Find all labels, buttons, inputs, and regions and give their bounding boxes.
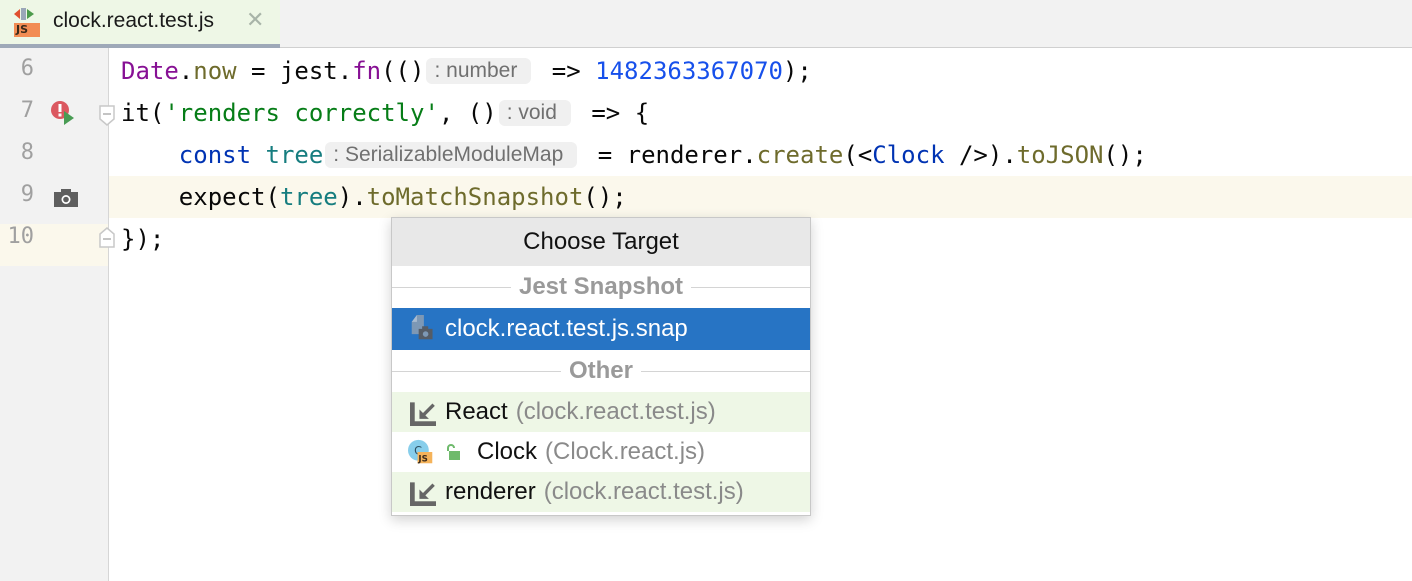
popup-item-clock[interactable]: C JS Clock (Clock.react.js) (392, 432, 810, 472)
choose-target-popup: Choose Target Jest Snapshot clock.react.… (391, 217, 811, 516)
close-icon[interactable]: ✕ (246, 10, 264, 32)
item-location: (Clock.react.js) (545, 438, 706, 465)
js-class-icon: C JS (408, 439, 433, 465)
fold-end-icon[interactable] (98, 226, 118, 248)
item-name: Clock (477, 438, 538, 465)
line-number: 9 (20, 182, 34, 207)
editor-gutter: 6 7 8 9 10 (0, 48, 115, 581)
fold-collapse-icon[interactable] (98, 105, 118, 127)
tab-clock-react-test-js[interactable]: JS clock.react.test.js ✕ (0, 0, 280, 48)
popup-title: Choose Target (392, 218, 810, 266)
import-arrow-icon (410, 402, 436, 426)
item-name: renderer (445, 478, 536, 505)
popup-item-react[interactable]: React (clock.react.test.js) (392, 392, 810, 432)
section-separator-jest-snapshot: Jest Snapshot (392, 266, 810, 308)
import-arrow-icon (410, 482, 436, 506)
popup-item-renderer[interactable]: renderer (clock.react.test.js) (392, 472, 810, 512)
javascript-test-file-icon: JS (14, 7, 42, 37)
inlay-type-hint: : void (498, 100, 571, 126)
snapshot-file-icon (411, 315, 433, 340)
section-separator-other: Other (392, 350, 810, 392)
item-name: clock.react.test.js.snap (445, 315, 688, 342)
item-location: (clock.react.test.js) (543, 478, 744, 505)
code-line-6[interactable]: Date.now = jest.fn((): number => 1482363… (121, 50, 812, 92)
tab-label: clock.react.test.js (53, 9, 215, 32)
svg-text:JS: JS (417, 455, 427, 465)
editor-tab-bar: JS clock.react.test.js ✕ (0, 0, 1412, 48)
unlocked-icon (447, 444, 460, 460)
popup-item-snapshot-file[interactable]: clock.react.test.js.snap (392, 308, 810, 350)
inlay-type-hint: : SerializableModuleMap (325, 142, 578, 168)
code-line-9[interactable]: expect(tree).toMatchSnapshot(); (121, 176, 627, 218)
test-failed-run-icon[interactable] (50, 100, 78, 126)
camera-snapshot-icon[interactable] (54, 189, 78, 207)
line-number: 7 (20, 98, 34, 123)
line-number: 6 (20, 56, 34, 81)
item-name: React (445, 398, 508, 425)
code-line-7[interactable]: it('renders correctly', (): void => { (121, 92, 649, 134)
code-line-10[interactable]: }); (121, 218, 164, 260)
line-number: 10 (7, 224, 35, 249)
code-line-8[interactable]: const tree: SerializableModuleMap = rend… (121, 134, 1147, 176)
item-location: (clock.react.test.js) (515, 398, 716, 425)
line-number: 8 (20, 140, 34, 165)
inlay-type-hint: : number (426, 58, 532, 84)
